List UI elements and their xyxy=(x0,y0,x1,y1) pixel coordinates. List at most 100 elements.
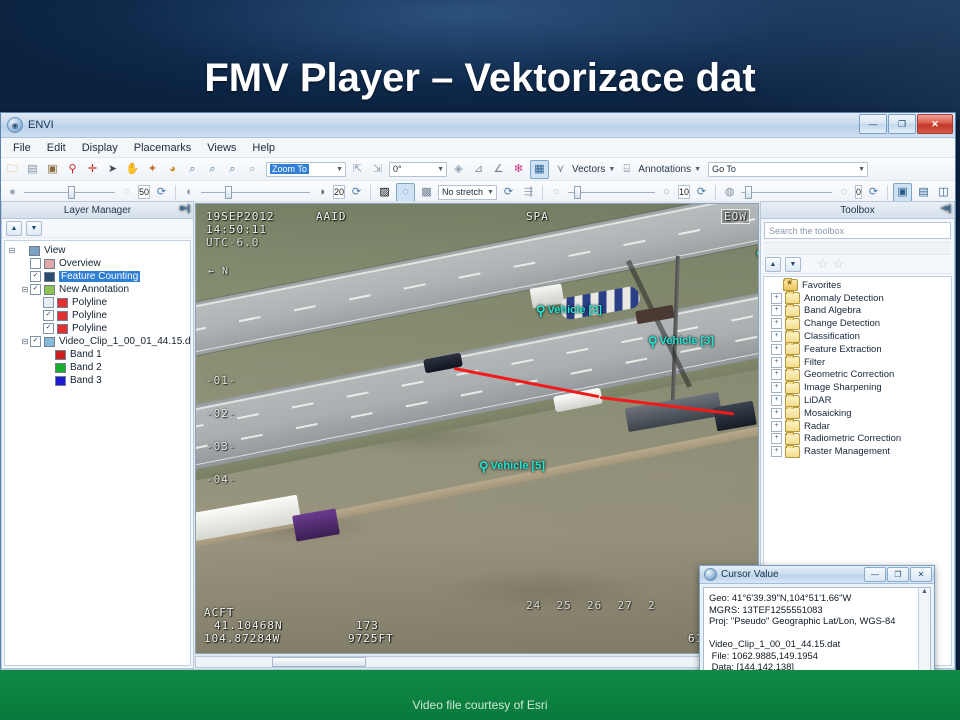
fly-icon[interactable]: ✦ xyxy=(144,161,161,178)
zoom-to-combo[interactable]: Zoom To ▼ xyxy=(266,161,346,177)
tree-expand-icon[interactable]: + xyxy=(771,420,782,432)
toolbox-item[interactable]: + Band Algebra xyxy=(766,303,949,318)
flip-vertical-icon[interactable]: ⇲ xyxy=(369,161,386,178)
menu-display[interactable]: Display xyxy=(74,140,126,156)
sharpen-value[interactable]: 10 xyxy=(677,185,690,199)
sharpen-slider[interactable] xyxy=(567,185,655,199)
animation-icon[interactable]: ▦ xyxy=(530,159,549,179)
portal-blend-icon[interactable]: ▤ xyxy=(915,184,932,201)
toolbox-item[interactable]: + Raster Management xyxy=(766,444,949,458)
menu-views[interactable]: Views xyxy=(199,140,244,156)
tree-expand-icon[interactable]: + xyxy=(771,292,782,304)
layer-tree-item[interactable]: Polyline xyxy=(7,296,188,309)
tree-expand-icon[interactable]: + xyxy=(771,318,782,330)
layer-visibility-checkbox[interactable] xyxy=(43,297,54,308)
view-horizontal-scrollbar[interactable] xyxy=(195,656,759,668)
tree-expand-icon[interactable]: + xyxy=(771,382,782,394)
favorite-star-outline-icon[interactable]: ☆ xyxy=(833,256,845,272)
layer-tree-item[interactable]: ✓ Feature Counting xyxy=(7,270,188,283)
layer-visibility-checkbox[interactable]: ✓ xyxy=(43,310,54,321)
mensuration-icon[interactable]: ✻ xyxy=(510,161,527,178)
sharpen-reset-icon[interactable]: ⟳ xyxy=(693,184,710,201)
contrast-slider[interactable] xyxy=(741,185,832,199)
brightness-slider[interactable] xyxy=(201,185,311,199)
layer-tree-item[interactable]: Band 1 xyxy=(7,348,188,361)
favorite-star-icon[interactable]: ☆ xyxy=(817,256,829,272)
move-down-icon[interactable]: ▼ xyxy=(785,256,801,272)
move-up-icon[interactable]: ▲ xyxy=(6,220,22,236)
annotations-chevron-down-icon[interactable]: ▼ xyxy=(694,166,701,173)
toolbox-search-input[interactable]: Search the toolbox xyxy=(764,222,951,239)
brightness-reset-icon[interactable]: ⟳ xyxy=(348,184,365,201)
toolbox-item[interactable]: + Mosaicking xyxy=(766,406,949,420)
cursor-value-icon[interactable]: ◈ xyxy=(450,161,467,178)
view-sync-icon[interactable]: ▣ xyxy=(893,182,913,202)
tree-expander-icon[interactable]: ⊟ xyxy=(20,285,30,294)
contrast-value[interactable]: 0 xyxy=(855,185,863,199)
cursor-restore-button[interactable]: ❐ xyxy=(887,567,909,582)
brightness-value[interactable]: 20 xyxy=(333,185,346,199)
open-remote-icon[interactable]: ▤ xyxy=(24,161,41,178)
move-down-icon[interactable]: ▼ xyxy=(26,220,42,236)
select-arrow-icon[interactable]: ➤ xyxy=(104,161,121,178)
toolbox-item[interactable]: + Image Sharpening xyxy=(766,380,949,394)
toolbox-item[interactable]: + Change Detection xyxy=(766,316,949,330)
layer-tree-item[interactable]: Band 2 xyxy=(7,361,188,374)
toolbox-item[interactable]: + LiDAR xyxy=(766,393,949,407)
close-button[interactable]: ✕ xyxy=(917,114,953,134)
vehicle-annotation[interactable]: ⚲ Vehicle [5] xyxy=(479,460,545,473)
pan-hand-icon[interactable]: ✋ xyxy=(124,161,141,178)
minimize-button[interactable]: — xyxy=(859,114,887,134)
vehicle-annotation[interactable]: ⚲ Vehicle [2] xyxy=(536,304,602,317)
transparency-slider[interactable] xyxy=(24,185,115,199)
layer-tree-item[interactable]: ✓ Polyline xyxy=(7,309,188,322)
menu-file[interactable]: File xyxy=(5,140,39,156)
flip-horizontal-icon[interactable]: ⇱ xyxy=(349,161,366,178)
rotate-globe-icon[interactable]: ◕ xyxy=(164,161,181,178)
crop-icon[interactable]: ⊿ xyxy=(470,161,487,178)
video-display[interactable]: 19SEP2012 AAID 14:50:11 UTC-6.0 SPA EOW … xyxy=(195,203,759,654)
placemark-pin-icon[interactable]: ⚲ xyxy=(64,161,81,178)
layer-tree[interactable]: ⊟ View Overview ✓ Feature Counting ⊟ ✓ New Anno… xyxy=(4,240,191,666)
tree-expand-icon[interactable]: + xyxy=(771,343,782,355)
vehicle-annotation[interactable]: ⚲Vehicle [1] xyxy=(756,248,758,261)
transparency-reset-icon[interactable]: ⟳ xyxy=(153,184,170,201)
menu-help[interactable]: Help xyxy=(244,140,283,156)
zoom-region-icon[interactable]: ⌕ xyxy=(244,161,261,178)
pin-panel-icon[interactable]: ⇥| xyxy=(941,204,951,213)
zoom-out-icon[interactable]: ⌕ xyxy=(204,161,221,178)
tree-expand-icon[interactable]: + xyxy=(771,446,782,458)
zoom-in-icon[interactable]: ⌕ xyxy=(184,161,201,178)
tree-expand-icon[interactable]: + xyxy=(771,433,782,445)
goto-combo[interactable]: Go To ▼ xyxy=(708,161,869,177)
stretch-refresh-icon[interactable]: ▩ xyxy=(418,184,435,201)
toolbox-item[interactable]: + Radar xyxy=(766,419,949,433)
pin-panel-icon[interactable]: ⇤| xyxy=(180,204,190,213)
save-view-icon[interactable]: ▣ xyxy=(44,161,61,178)
vehicle-annotation[interactable]: ⚲ Vehicle [3] xyxy=(648,335,714,348)
tree-expand-icon[interactable]: + xyxy=(771,305,782,317)
menu-edit[interactable]: Edit xyxy=(39,140,74,156)
toolbox-item[interactable]: Favorites xyxy=(766,278,949,292)
stretch-settings-icon[interactable]: ⇶ xyxy=(520,184,537,201)
layer-visibility-checkbox[interactable]: ✓ xyxy=(30,284,41,295)
layer-tree-item[interactable]: Overview xyxy=(7,257,188,270)
toolbox-item[interactable]: + Radiometric Correction xyxy=(766,431,949,446)
transparency-value[interactable]: 50 xyxy=(138,185,151,199)
tree-expand-icon[interactable]: + xyxy=(771,407,782,419)
layer-tree-item[interactable]: Band 3 xyxy=(7,374,188,387)
vectors-icon[interactable]: ⋎ xyxy=(552,161,569,178)
zoom-fit-icon[interactable]: ⌕ xyxy=(224,161,241,178)
tree-expander-icon[interactable]: ⊟ xyxy=(7,246,17,255)
vectors-label[interactable]: Vectors xyxy=(572,164,605,175)
measure-icon[interactable]: ∠ xyxy=(490,161,507,178)
cursor-close-button[interactable]: ✕ xyxy=(910,567,932,582)
move-up-icon[interactable]: ▲ xyxy=(765,256,781,272)
tree-expand-icon[interactable]: + xyxy=(771,395,782,407)
layer-visibility-checkbox[interactable]: ✓ xyxy=(43,323,54,334)
vectors-chevron-down-icon[interactable]: ▼ xyxy=(608,166,615,173)
crosshair-icon[interactable]: ✛ xyxy=(84,161,101,178)
layer-visibility-checkbox[interactable]: ✓ xyxy=(30,271,41,282)
toolbox-item[interactable]: + Geometric Correction xyxy=(766,367,949,382)
layer-tree-item[interactable]: ⊟ ✓ Video_Clip_1_00_01_44.15.dat xyxy=(7,335,190,348)
